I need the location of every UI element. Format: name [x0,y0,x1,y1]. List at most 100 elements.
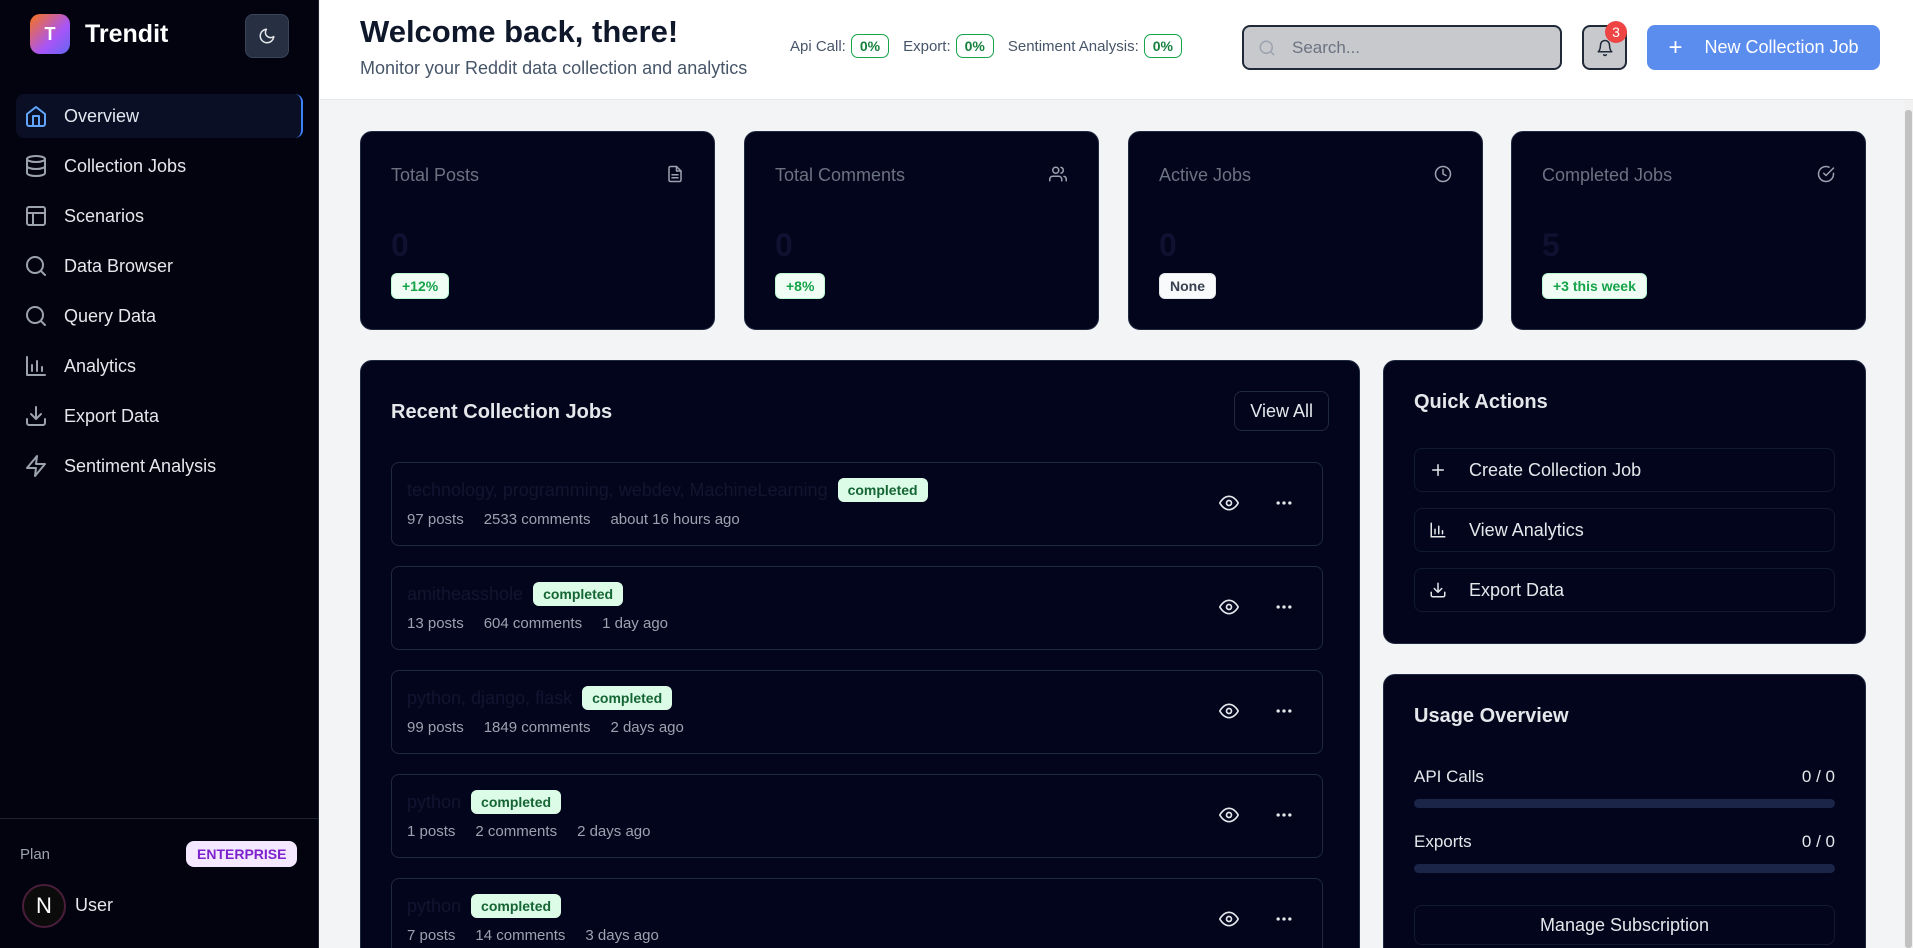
job-name: technology, programming, webdev, Machine… [407,479,828,500]
job-posts: 97 posts [407,511,464,528]
job-posts: 1 posts [407,823,456,840]
home-icon [26,106,46,127]
job-time: 3 days ago [585,927,659,944]
job-name: amitheasshole [407,583,524,604]
sidebar-item-label: Scenarios [64,205,145,226]
top-bar: Welcome back, there! Monitor your Reddit… [320,0,1913,100]
status-badge: completed [533,582,624,606]
stat-card-value: 0 [775,227,793,263]
job-row[interactable]: python, django, flask completed 99 posts… [391,670,1323,754]
stat-label-export: Export: [903,37,951,55]
export-data-action[interactable]: Export Data [1414,568,1835,612]
more-horizontal-icon[interactable] [1274,701,1294,721]
usage-label-api-calls: API Calls [1414,767,1484,786]
job-posts: 7 posts [407,927,456,944]
more-horizontal-icon[interactable] [1274,493,1294,513]
page-title: Welcome back, there! [360,14,679,49]
view-all-button[interactable]: View All [1234,391,1329,431]
search-icon [1259,40,1275,55]
stat-card-title: Completed Jobs [1542,165,1673,185]
stat-card-value: 5 [1542,227,1560,263]
usage-value-api-calls: 0 / 0 [1801,767,1835,786]
job-name-line: python completed [407,894,562,918]
user-name[interactable]: User [75,895,113,916]
status-badge: completed [837,478,928,502]
job-row[interactable]: amitheasshole completed 13 posts 604 com… [391,566,1323,650]
job-row[interactable]: python completed 1 posts 2 comments 2 da… [391,774,1323,858]
more-horizontal-icon[interactable] [1274,597,1294,617]
status-badge: completed [582,686,673,710]
sidebar-item-label: Export Data [64,405,160,426]
stat-label-sentiment: Sentiment Analysis: [1007,37,1139,55]
bar-chart-icon [26,356,46,376]
job-posts: 13 posts [407,615,464,632]
sidebar-item-query-data[interactable]: Query Data [16,294,303,338]
quick-action-label: Create Collection Job [1469,459,1642,480]
eye-icon[interactable] [1219,909,1239,929]
page-subtitle: Monitor your Reddit data collection and … [360,58,748,78]
search-input[interactable] [1292,37,1532,58]
new-collection-job-button[interactable]: + New Collection Job [1647,25,1880,70]
plus-icon [1432,464,1444,476]
sidebar: T Trendit Overview Collection Jobs Scena… [0,0,319,948]
stat-card-total-comments: Total Comments 0 +8% [744,131,1099,330]
download-icon [26,406,46,426]
status-badge: completed [471,790,562,814]
stat-value-api-call: 0% [850,34,890,58]
plus-icon: + [1668,33,1683,61]
notification-count-badge: 3 [1605,21,1627,43]
usage-overview-title: Usage Overview [1414,705,1569,727]
sidebar-item-sentiment-analysis[interactable]: Sentiment Analysis [16,444,303,488]
job-row[interactable]: python completed 7 posts 14 comments 3 d… [391,878,1323,948]
job-meta: 7 posts 14 comments 3 days ago [407,927,679,944]
avatar[interactable]: N [22,884,66,928]
brand[interactable]: T Trendit [30,14,168,54]
eye-icon[interactable] [1219,493,1239,513]
usage-label-exports: Exports [1414,832,1472,851]
new-collection-job-label: New Collection Job [1704,37,1859,57]
job-meta: 99 posts 1849 comments 2 days ago [407,719,704,736]
eye-icon[interactable] [1219,805,1239,825]
more-horizontal-icon[interactable] [1274,909,1294,929]
job-name-line: python completed [407,790,562,814]
eye-icon[interactable] [1219,701,1239,721]
job-comments: 14 comments [475,927,566,944]
stat-card-badge: +12% [391,273,450,299]
create-collection-job-action[interactable]: Create Collection Job [1414,448,1835,492]
stat-card-value: 0 [1159,227,1177,263]
eye-icon[interactable] [1219,597,1239,617]
view-analytics-action[interactable]: View Analytics [1414,508,1835,552]
check-circle-icon [1817,165,1835,183]
page-scrollbar-thumb[interactable] [1905,110,1912,948]
sidebar-item-scenarios[interactable]: Scenarios [16,194,303,238]
sidebar-item-data-browser[interactable]: Data Browser [16,244,303,288]
usage-value-exports: 0 / 0 [1801,832,1835,851]
stat-card-active-jobs: Active Jobs 0 None [1128,131,1483,330]
stat-card-completed-jobs: Completed Jobs 5 +3 this week [1511,131,1866,330]
sidebar-footer: Plan ENTERPRISE N User [0,818,319,948]
job-time: 2 days ago [577,823,651,840]
sidebar-item-overview[interactable]: Overview [16,94,303,138]
search-icon [26,306,46,326]
quick-actions-card: Quick Actions Create Collection Job View… [1383,360,1866,644]
quick-action-label: Export Data [1469,579,1565,600]
recent-jobs-title: Recent Collection Jobs [391,401,613,423]
job-row[interactable]: technology, programming, webdev, Machine… [391,462,1323,546]
usage-bar-exports [1414,864,1835,873]
sidebar-item-analytics[interactable]: Analytics [16,344,303,388]
usage-stats: Api Call: 0% Export: 0% Sentiment Analys… [790,34,1196,58]
database-icon [26,155,46,177]
sidebar-item-collection-jobs[interactable]: Collection Jobs [16,144,303,188]
download-icon [1430,582,1446,598]
sidebar-item-label: Collection Jobs [64,155,187,176]
usage-bar-api-calls [1414,799,1835,808]
sidebar-item-export-data[interactable]: Export Data [16,394,303,438]
theme-toggle-button[interactable] [245,14,289,58]
quick-actions-title: Quick Actions [1414,391,1548,413]
clock-icon [1434,165,1452,183]
job-comments: 2 comments [475,823,558,840]
search-box[interactable] [1242,25,1562,70]
more-horizontal-icon[interactable] [1274,805,1294,825]
manage-subscription-button[interactable]: Manage Subscription [1414,905,1835,945]
job-meta: 1 posts 2 comments 2 days ago [407,823,670,840]
